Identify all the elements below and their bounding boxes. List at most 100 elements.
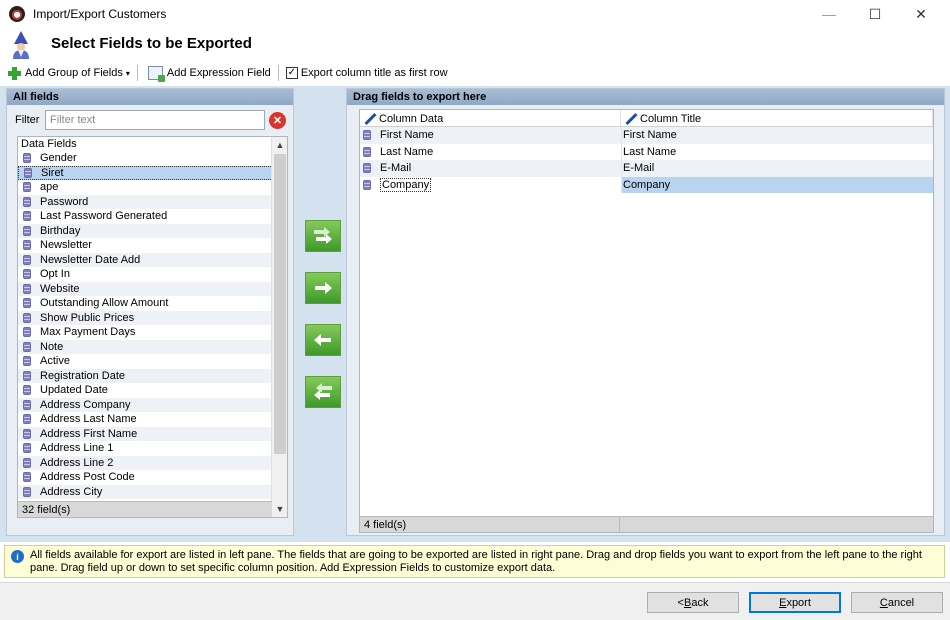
list-item[interactable]: Address Last Name (18, 412, 287, 427)
add-field-button[interactable] (305, 272, 341, 304)
all-fields-list[interactable]: Data Fields Gender Siret ape Password Last P… (17, 136, 288, 518)
list-item[interactable]: Address Post Code (18, 470, 287, 485)
all-fields-header: All fields (7, 89, 293, 105)
back-button[interactable]: < Back (647, 592, 739, 613)
database-field-icon (363, 146, 371, 157)
column-data-cell[interactable]: Company (360, 177, 621, 194)
database-field-icon (23, 312, 31, 323)
scroll-up-icon[interactable]: ▲ (272, 137, 287, 153)
list-item[interactable]: Max Payment Days (18, 325, 287, 340)
all-fields-count: 32 field(s) (18, 501, 272, 517)
maximize-button[interactable]: ☐ (852, 0, 898, 28)
table-row[interactable]: First Name First Name (360, 127, 933, 144)
filter-label: Filter (15, 114, 40, 126)
list-scrollbar[interactable]: ▲ ▼ (271, 137, 287, 517)
list-item-label: Newsletter Date Add (40, 253, 141, 266)
list-item[interactable]: Show Public Prices (18, 310, 287, 325)
column-title-header-label: Column Title (640, 112, 702, 125)
remove-all-fields-button[interactable] (305, 376, 341, 408)
column-data-value: Last Name (380, 145, 434, 158)
pencil-icon (625, 113, 637, 125)
list-item-label: ape (40, 181, 59, 194)
table-row[interactable]: E-Mail E-Mail (360, 160, 933, 177)
export-title-label: Export column title as first row (300, 67, 448, 79)
column-title-header[interactable]: Column Title (621, 110, 933, 127)
list-item[interactable]: Outstanding Allow Amount (18, 296, 287, 311)
list-item[interactable]: Address Company (18, 397, 287, 412)
database-field-icon (23, 254, 31, 265)
scrollbar-thumb[interactable] (274, 154, 286, 454)
list-item[interactable]: Last Password Generated (18, 209, 287, 224)
list-item[interactable]: Note (18, 339, 287, 354)
table-row[interactable]: Company Company (360, 176, 933, 194)
cancel-button[interactable]: Cancel (851, 592, 943, 613)
remove-field-button[interactable] (305, 324, 341, 356)
database-field-icon (23, 153, 31, 164)
export-title-toggle[interactable]: ✓ Export column title as first row (283, 63, 451, 83)
page-title: Select Fields to be Exported (51, 35, 252, 52)
list-item[interactable]: Password (18, 194, 287, 209)
minimize-button[interactable]: — (806, 0, 852, 28)
column-title-cell[interactable]: Last Name (621, 143, 933, 160)
database-field-icon (23, 428, 31, 439)
export-button[interactable]: Export (749, 592, 841, 613)
export-fields-header: Drag fields to export here (347, 89, 944, 105)
list-item[interactable]: Newsletter (18, 238, 287, 253)
export-button-mnemonic: E (779, 596, 787, 609)
export-button-label: xport (786, 596, 811, 609)
column-data-header[interactable]: Column Data (360, 110, 621, 127)
database-field-icon (23, 356, 31, 367)
arrow-left-icon (314, 334, 331, 346)
database-field-icon (23, 211, 31, 222)
list-item[interactable]: Address First Name (18, 426, 287, 441)
filter-input[interactable] (45, 110, 265, 130)
expression-icon (147, 66, 165, 82)
export-title-checkbox[interactable]: ✓ (285, 67, 298, 79)
list-item[interactable]: Active (18, 354, 287, 369)
list-item-label: Updated Date (40, 384, 108, 397)
column-data-value: E-Mail (380, 162, 412, 175)
database-field-icon (23, 269, 31, 280)
clear-filter-icon[interactable]: ✕ (269, 111, 286, 129)
list-item[interactable]: Website (18, 281, 287, 296)
list-item[interactable]: Updated Date (18, 383, 287, 398)
page-header: Select Fields to be Exported (0, 28, 950, 62)
list-item[interactable]: Opt In (18, 267, 287, 282)
info-icon: i (11, 550, 24, 563)
column-data-cell[interactable]: Last Name (360, 144, 621, 161)
list-item[interactable]: Registration Date (18, 368, 287, 383)
arrow-right-icon (315, 282, 332, 294)
export-fields-panel: Drag fields to export here Column Data C… (346, 88, 945, 536)
scroll-down-icon[interactable]: ▼ (272, 501, 287, 517)
list-item[interactable]: Gender (18, 151, 287, 166)
list-item[interactable]: Siret (18, 165, 287, 180)
add-expression-field-button[interactable]: Add Expression Field (142, 63, 274, 83)
add-all-fields-button[interactable] (305, 220, 341, 252)
database-field-icon (23, 472, 31, 483)
list-item-label: Max Payment Days (40, 326, 136, 339)
column-data-cell[interactable]: E-Mail (360, 160, 621, 177)
list-item[interactable]: Address Line 2 (18, 455, 287, 470)
column-data-value: Company (380, 177, 432, 192)
column-data-cell[interactable]: First Name (360, 127, 621, 144)
list-item[interactable]: Birthday (18, 223, 287, 238)
list-item-label: Registration Date (40, 369, 125, 382)
column-title-cell[interactable]: First Name (621, 127, 933, 144)
list-item[interactable]: Newsletter Date Add (18, 252, 287, 267)
toolbar: Add Group of Fields ▾ Add Expression Fie… (0, 62, 950, 84)
list-item[interactable]: Address Line 1 (18, 441, 287, 456)
list-item[interactable]: Address City (18, 484, 287, 499)
list-item-label: Active (40, 355, 70, 368)
list-item[interactable]: ape (18, 180, 287, 195)
column-title-cell[interactable]: E-Mail (621, 160, 933, 177)
column-title-cell[interactable]: Company (621, 176, 933, 193)
add-group-of-fields-button[interactable]: Add Group of Fields ▾ (0, 63, 133, 83)
export-fields-grid[interactable]: Column Data Column Title First Name First… (359, 109, 934, 533)
close-button[interactable]: ✕ (898, 0, 944, 28)
wizard-icon (13, 31, 29, 59)
list-item-label: Note (40, 340, 64, 353)
list-item-label: Address Line 1 (40, 442, 114, 455)
table-row[interactable]: Last Name Last Name (360, 143, 933, 161)
list-item-label: Address Company (40, 398, 131, 411)
database-field-icon (23, 370, 31, 381)
